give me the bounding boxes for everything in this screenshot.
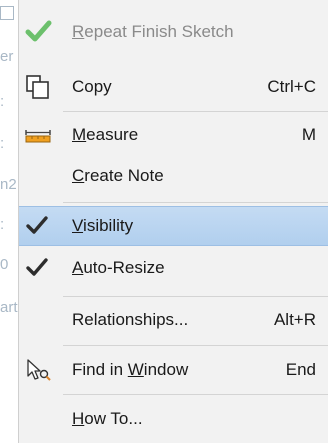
menu-item-visibility[interactable]: Visibility	[19, 206, 328, 246]
menu-item-label: Visibility	[72, 216, 134, 235]
menu-separator	[63, 111, 328, 112]
menu-separator	[63, 296, 328, 297]
menu-item-label: How To...	[72, 409, 143, 428]
menu-item-label: Copy	[72, 77, 112, 96]
menu-item-copy[interactable]: Copy Ctrl+C	[19, 67, 328, 107]
shortcut-text: End	[285, 360, 316, 379]
menu-item-create-note[interactable]: Create Note	[19, 156, 328, 196]
copy-icon	[23, 74, 53, 100]
menu-item-find-in-window[interactable]: Find in Window End	[19, 350, 328, 390]
checkmark-icon	[23, 213, 53, 239]
shortcut-text: M	[301, 125, 316, 144]
context-menu: Repeat Finish Sketch Copy Ctrl+C Measure…	[18, 0, 328, 443]
background-text: :	[0, 135, 5, 152]
menu-item-repeat-finish-sketch[interactable]: Repeat Finish Sketch	[19, 12, 328, 52]
menu-separator	[63, 345, 328, 346]
menu-item-measure[interactable]: Measure M	[19, 115, 328, 155]
background-text: :	[0, 93, 5, 110]
background-text: art	[0, 299, 18, 316]
checkmark-icon	[23, 255, 53, 281]
menu-item-label: Repeat Finish Sketch	[72, 22, 234, 41]
menu-item-label: Relationships...	[72, 310, 189, 329]
menu-item-label: Create Note	[72, 166, 164, 185]
menu-item-auto-resize[interactable]: Auto-Resize	[19, 248, 328, 288]
menu-separator	[63, 394, 328, 395]
shortcut-text: Ctrl+C	[267, 77, 316, 96]
menu-item-how-to[interactable]: How To...	[19, 399, 328, 439]
menu-item-label: Find in Window	[72, 360, 189, 379]
shortcut-text: Alt+R	[273, 310, 316, 329]
background-text: 0	[0, 256, 9, 273]
menu-separator	[63, 202, 328, 203]
green-check-icon	[23, 19, 53, 45]
background-text: n2	[0, 176, 17, 193]
ruler-icon	[23, 122, 53, 148]
menu-item-label: Measure	[72, 125, 139, 144]
menu-item-label: Auto-Resize	[72, 258, 165, 277]
menu-item-relationships[interactable]: Relationships... Alt+R	[19, 300, 328, 340]
background-checkbox-icon	[0, 6, 14, 20]
find-cursor-icon	[23, 357, 53, 383]
background-text: :	[0, 216, 5, 233]
